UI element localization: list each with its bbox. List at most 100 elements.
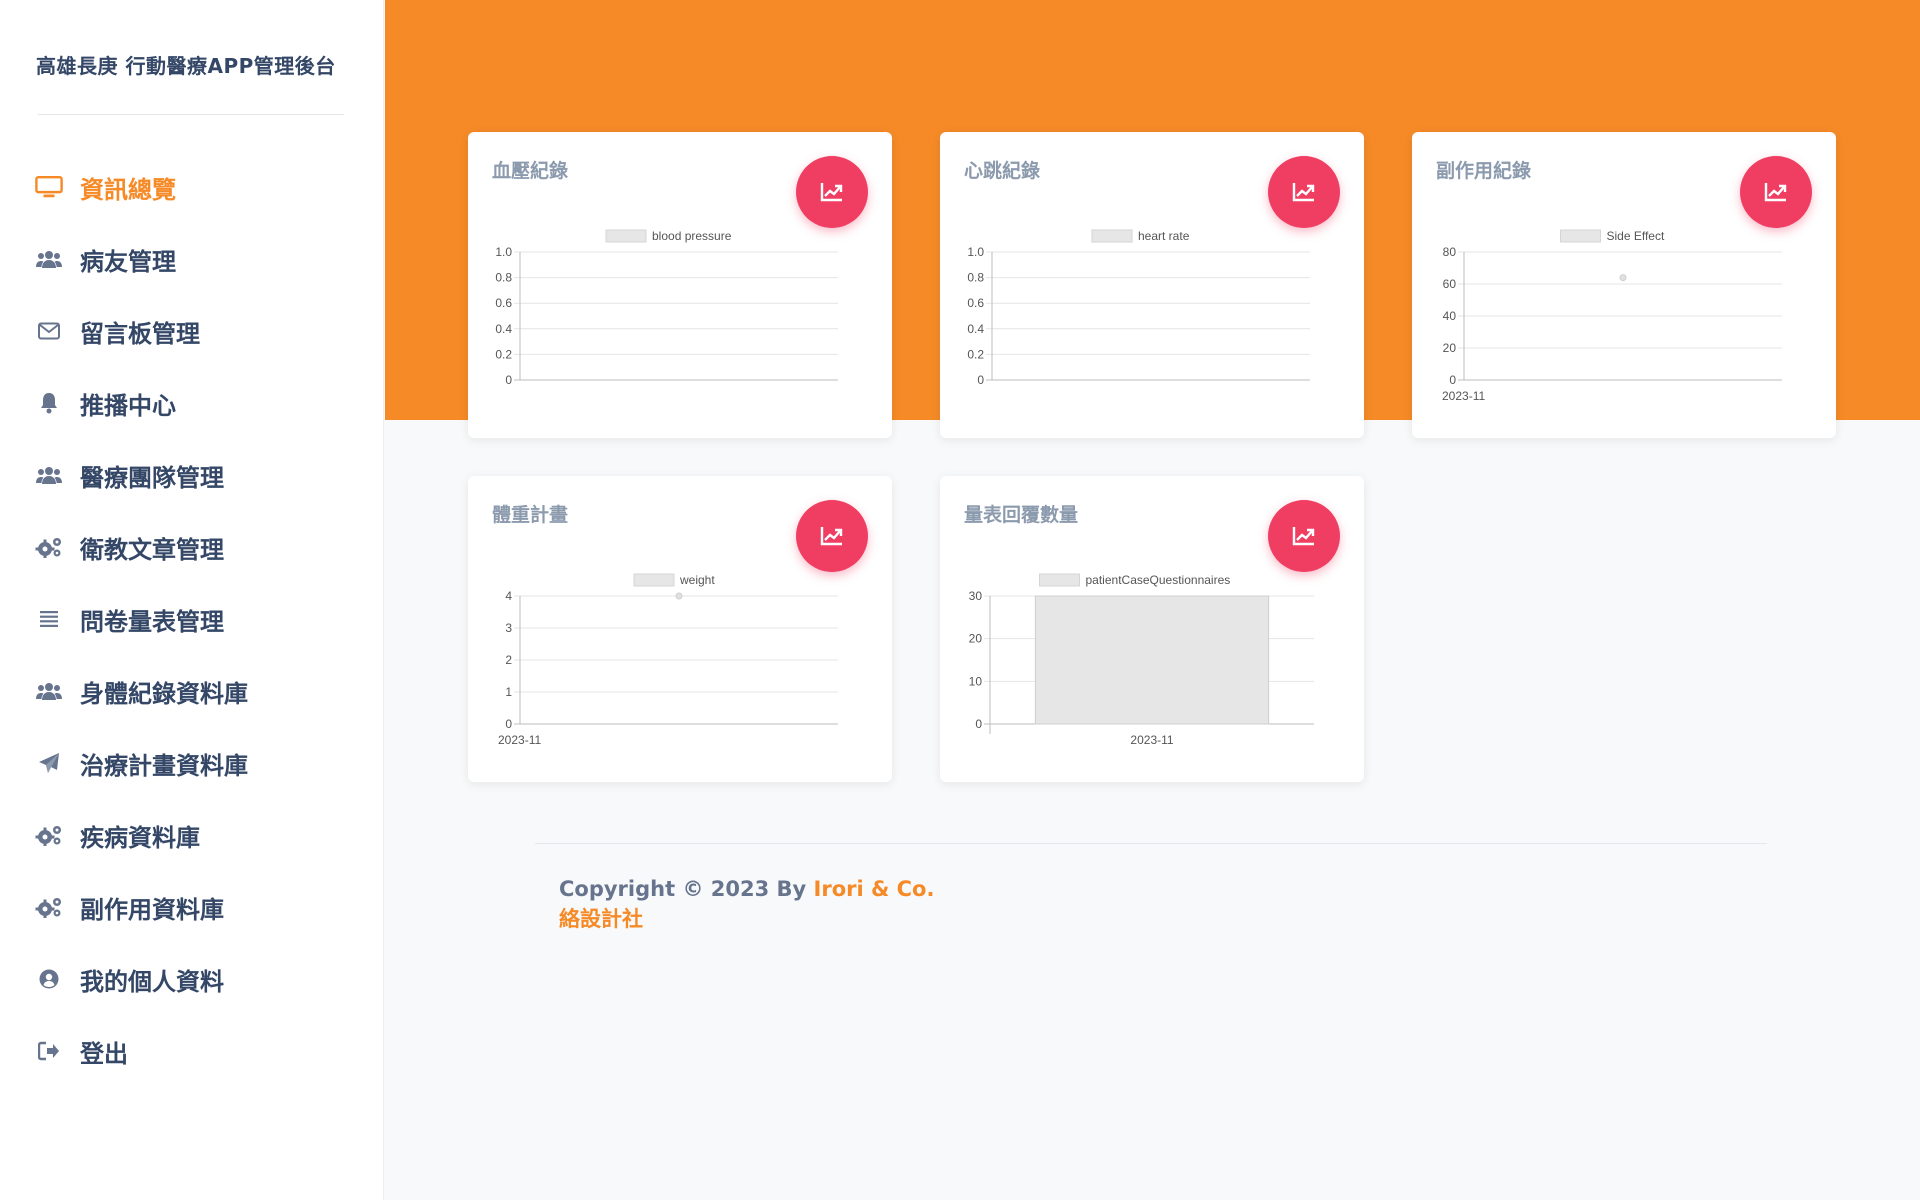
users-icon (35, 245, 63, 273)
monitor-icon (35, 173, 63, 201)
chart-button[interactable] (796, 500, 868, 572)
card-questionnaires: 量表回覆數量 patientCaseQuestionnaires 30 20 10 0 2… (940, 476, 1364, 782)
card-blood-pressure: 血壓紀錄 blood pressure 1.0 0.8 0.6 0.4 0.2 0 (468, 132, 892, 438)
y-tick-label: 0.2 (495, 347, 512, 361)
legend-swatch (633, 573, 675, 587)
chart-button[interactable] (1740, 156, 1812, 228)
card-heart-rate: 心跳紀錄 heart rate 1.0 0.8 0.6 0.4 0.2 0 (940, 132, 1364, 438)
users-icon (35, 461, 63, 489)
sidebar-item-label: 醫療團隊管理 (80, 463, 224, 492)
divider (38, 114, 344, 115)
sidebar: 高雄長庚 行動醫療APP管理後台 資訊總覽 病友管理 留言板管理 推播中心 醫療… (0, 0, 384, 1200)
sidebar-item-push-center[interactable]: 推播中心 (0, 367, 384, 439)
sidebar-item-side-effects[interactable]: 副作用資料庫 (0, 871, 384, 943)
y-tick-label: 0.4 (495, 322, 512, 336)
y-tick-label: 80 (1443, 245, 1457, 259)
sidebar-item-logout[interactable]: 登出 (0, 1015, 384, 1087)
chart-line-icon (820, 183, 843, 202)
y-tick-label: 2 (505, 653, 512, 667)
sidebar-item-overview[interactable]: 資訊總覽 (0, 151, 384, 223)
sidebar-item-label: 疾病資料庫 (80, 823, 200, 852)
sidebar-item-diseases[interactable]: 疾病資料庫 (0, 799, 384, 871)
x-tick-label: 2023-11 (1130, 733, 1173, 747)
y-tick-label: 10 (969, 674, 983, 688)
y-tick-label: 60 (1443, 277, 1457, 291)
data-point (1619, 274, 1627, 282)
card-title: 血壓紀錄 (492, 160, 569, 182)
sidebar-item-label: 我的個人資料 (80, 967, 224, 996)
y-tick-label: 0.6 (967, 296, 984, 310)
chart-line-icon (1764, 183, 1787, 202)
sidebar-item-label: 身體紀錄資料庫 (80, 679, 248, 708)
legend-label: blood pressure (652, 229, 732, 243)
sidebar-item-label: 治療計畫資料庫 (80, 751, 248, 780)
sidebar-item-label: 留言板管理 (80, 319, 200, 348)
y-tick-label: 20 (1443, 341, 1457, 355)
legend-label: Side Effect (1607, 229, 1665, 243)
legend-label: patientCaseQuestionnaires (1086, 573, 1231, 587)
sidebar-item-questionnaires[interactable]: 問卷量表管理 (0, 583, 384, 655)
chart-questionnaires: patientCaseQuestionnaires 30 20 10 0 2023-11 (969, 573, 1314, 747)
sidebar-item-label: 問卷量表管理 (80, 607, 224, 636)
data-point (675, 592, 683, 600)
sidebar-item-label: 副作用資料庫 (80, 895, 224, 924)
envelope-icon (35, 317, 63, 345)
card-side-effect: 副作用紀錄 Side Effect 80 60 40 20 0 2023-11 (1412, 132, 1836, 438)
y-tick-label: 0.4 (967, 322, 984, 336)
legend-swatch (1560, 229, 1601, 243)
footer-text: Copyright © 2023 By (559, 877, 814, 901)
sidebar-item-articles[interactable]: 衛教文章管理 (0, 511, 384, 583)
card-title: 副作用紀錄 (1436, 160, 1532, 182)
chart-button[interactable] (796, 156, 868, 228)
footer-divider (535, 843, 1767, 844)
users-icon (35, 677, 63, 705)
list-icon (35, 605, 63, 633)
chart-line-icon (820, 527, 843, 546)
y-tick-label: 40 (1443, 309, 1457, 323)
x-tick-label: 2023-11 (1442, 389, 1485, 403)
y-tick-label: 0 (505, 717, 512, 731)
sidebar-item-treatment-plans[interactable]: 治療計畫資料庫 (0, 727, 384, 799)
y-tick-label: 20 (969, 632, 983, 646)
chart-side-effect: Side Effect 80 60 40 20 0 2023-11 (1442, 229, 1782, 403)
sidebar-item-label: 衛教文章管理 (80, 535, 224, 564)
card-weight: 體重計畫 weight 4 3 2 1 0 2023-11 (468, 476, 892, 782)
y-tick-label: 1.0 (967, 245, 984, 259)
y-tick-label: 0.8 (495, 271, 512, 285)
chart-button[interactable] (1268, 500, 1340, 572)
sidebar-item-body-records[interactable]: 身體紀錄資料庫 (0, 655, 384, 727)
y-tick-label: 0 (505, 373, 512, 387)
y-tick-label: 0 (975, 717, 982, 731)
legend-swatch (1091, 229, 1133, 243)
chart-weight: weight 4 3 2 1 0 2023-11 (498, 573, 838, 747)
card-title: 量表回覆數量 (964, 504, 1079, 526)
sidebar-item-message-board[interactable]: 留言板管理 (0, 295, 384, 367)
user-circle-icon (35, 965, 63, 993)
y-tick-label: 30 (969, 589, 983, 603)
sidebar-item-medical-team[interactable]: 醫療團隊管理 (0, 439, 384, 511)
legend-label: weight (679, 573, 715, 587)
gears-icon (35, 893, 63, 921)
paper-plane-icon (35, 749, 63, 777)
legend-swatch (1039, 573, 1080, 587)
chart-button[interactable] (1268, 156, 1340, 228)
footer-copyright: Copyright © 2023 By Irori & Co. 絡設計社 (559, 874, 959, 934)
brand-title[interactable]: 高雄長庚 行動醫療APP管理後台 (36, 50, 336, 79)
sidebar-item-label: 資訊總覽 (80, 175, 176, 204)
chart-blood-pressure: blood pressure 1.0 0.8 0.6 0.4 0.2 0 (495, 229, 838, 387)
sidebar-item-label: 登出 (80, 1039, 128, 1068)
sidebar-item-profile[interactable]: 我的個人資料 (0, 943, 384, 1015)
y-tick-label: 0 (1449, 373, 1456, 387)
y-tick-label: 3 (505, 621, 512, 635)
sidebar-item-label: 病友管理 (80, 247, 176, 276)
sidebar-item-patients[interactable]: 病友管理 (0, 223, 384, 295)
legend-label: heart rate (1138, 229, 1190, 243)
chart-line-icon (1292, 183, 1315, 202)
y-tick-label: 4 (505, 589, 512, 603)
y-tick-label: 0 (977, 373, 984, 387)
bell-icon (35, 389, 63, 417)
gears-icon (35, 533, 63, 561)
chart-heart-rate: heart rate 1.0 0.8 0.6 0.4 0.2 0 (967, 229, 1310, 387)
sidebar-item-label: 推播中心 (80, 391, 176, 420)
card-title: 體重計畫 (492, 504, 569, 526)
